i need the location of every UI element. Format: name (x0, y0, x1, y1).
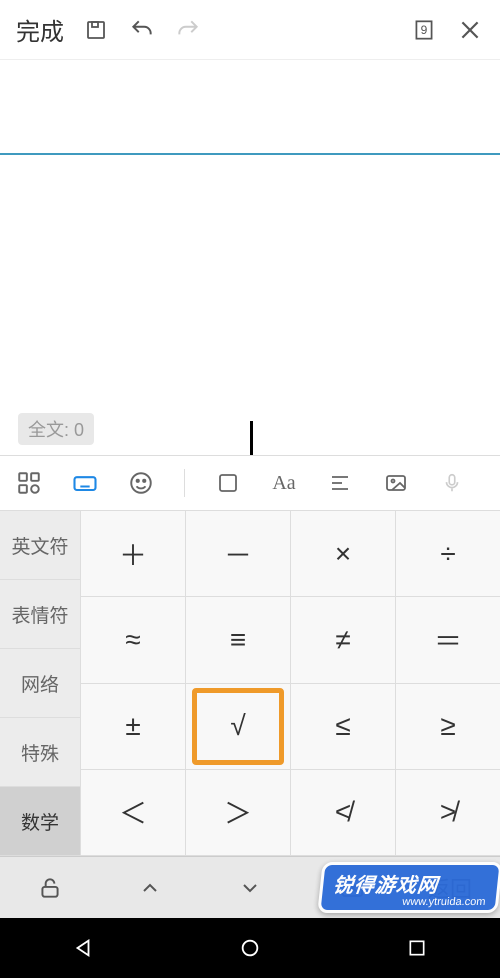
nav-home-icon[interactable] (220, 928, 280, 968)
font-icon[interactable]: Aa (267, 466, 301, 500)
chevron-up-icon[interactable] (100, 876, 200, 900)
symbol-key-highlighted[interactable]: √ (185, 684, 290, 770)
symbol-category-tabs: 英文符 表情符 网络 特殊 数学 (0, 511, 80, 856)
emoji-icon[interactable] (124, 466, 158, 500)
android-navbar (0, 918, 500, 978)
undo-icon[interactable] (124, 12, 160, 48)
chevron-down-icon[interactable] (200, 876, 300, 900)
tab-special-symbols[interactable]: 特殊 (0, 718, 80, 787)
symbol-key[interactable]: ≈ (80, 597, 185, 683)
nav-back-icon[interactable] (53, 928, 113, 968)
symbol-key[interactable]: ≤ (290, 684, 395, 770)
symbol-key[interactable]: ≯ (395, 770, 500, 856)
symbol-key[interactable]: ＜ (80, 770, 185, 856)
fullscreen-icon[interactable] (211, 466, 245, 500)
symbol-key[interactable]: ＞ (185, 770, 290, 856)
symbol-key[interactable]: ＝ (395, 597, 500, 683)
editor-title-area[interactable] (0, 60, 500, 155)
nav-recent-icon[interactable] (387, 928, 447, 968)
done-button[interactable]: 完成 (12, 6, 68, 53)
backspace-icon[interactable] (300, 876, 400, 900)
tab-emoji-symbols[interactable]: 表情符 (0, 580, 80, 649)
keyboard-bottom-row: 返回 (0, 856, 500, 918)
symbol-key[interactable]: ≠ (290, 597, 395, 683)
image-icon[interactable] (379, 466, 413, 500)
word-count-badge: 全文: 0 (18, 413, 94, 445)
symbol-key[interactable]: ≥ (395, 684, 500, 770)
symbol-key[interactable]: ± (80, 684, 185, 770)
text-cursor (250, 421, 253, 455)
symbol-key[interactable]: ＋ (80, 511, 185, 597)
symbol-grid: ＋ － × ÷ ≈ ≡ ≠ ＝ ± √ ≤ ≥ ＜ ＞ ≮ ≯ (80, 511, 500, 856)
top-bar: 完成 9 (0, 0, 500, 60)
format-toolbar: Aa (0, 455, 500, 511)
return-button[interactable]: 返回 (400, 872, 500, 904)
close-icon[interactable] (452, 12, 488, 48)
symbol-key[interactable]: ÷ (395, 511, 500, 597)
editor-body-area[interactable]: 全文: 0 (0, 155, 500, 455)
symbol-key[interactable]: × (290, 511, 395, 597)
symbol-key[interactable]: ≡ (185, 597, 290, 683)
redo-icon (170, 12, 206, 48)
tab-math-symbols[interactable]: 数学 (0, 787, 80, 856)
tab-network-symbols[interactable]: 网络 (0, 649, 80, 718)
mic-icon[interactable] (435, 466, 469, 500)
tab-english-symbols[interactable]: 英文符 (0, 511, 80, 580)
keyboard-icon[interactable] (68, 466, 102, 500)
align-icon[interactable] (323, 466, 357, 500)
symbol-key[interactable]: － (185, 511, 290, 597)
lock-icon[interactable] (0, 875, 100, 901)
symbol-panel: 英文符 表情符 网络 特殊 数学 ＋ － × ÷ ≈ ≡ ≠ ＝ ± √ ≤ ≥… (0, 511, 500, 856)
apps-icon[interactable] (12, 466, 46, 500)
save-icon[interactable] (78, 12, 114, 48)
symbol-key[interactable]: ≮ (290, 770, 395, 856)
page-number-icon[interactable]: 9 (406, 12, 442, 48)
